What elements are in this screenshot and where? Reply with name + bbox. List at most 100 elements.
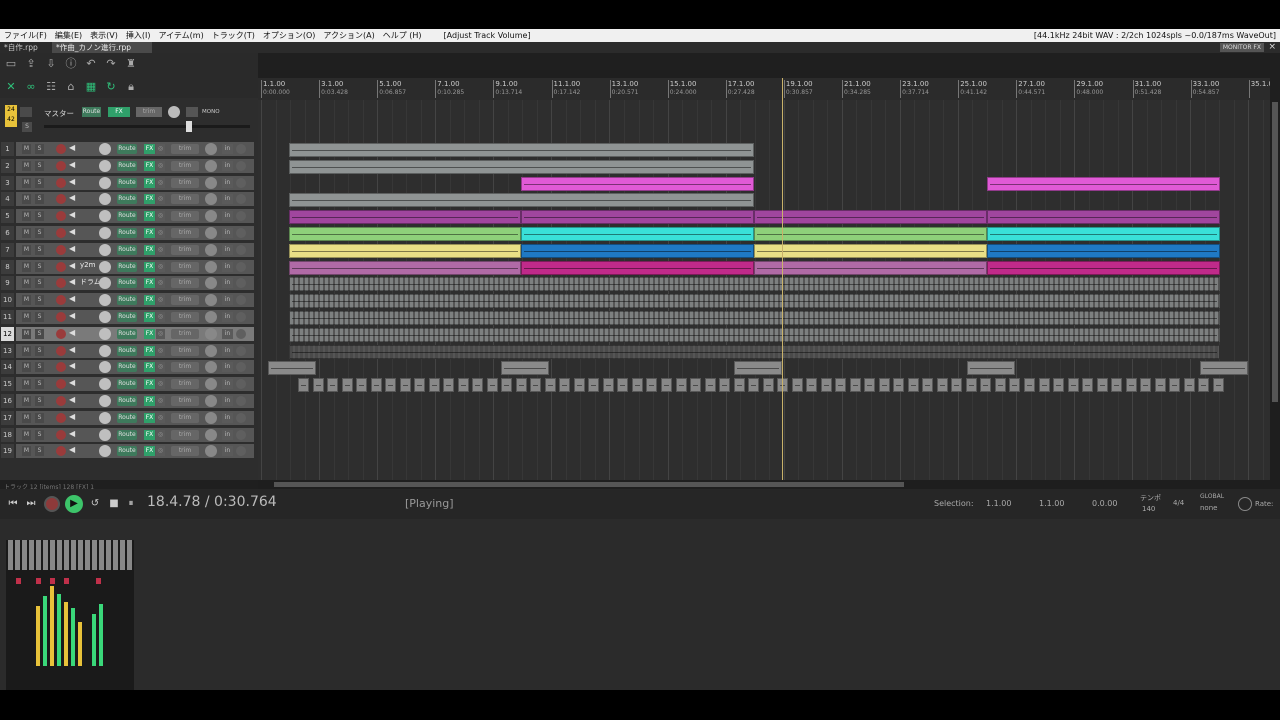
track-volume-knob[interactable] <box>99 311 111 323</box>
phase-icon[interactable] <box>236 278 246 289</box>
track-pan-knob[interactable] <box>205 294 217 307</box>
track-route-button[interactable]: Route <box>117 362 137 373</box>
media-item[interactable] <box>521 210 754 225</box>
track-route-button[interactable]: Route <box>117 295 137 306</box>
track-panel[interactable]: M S ◀ Route FX ◎ trim in <box>16 410 254 425</box>
record-arm-icon[interactable] <box>56 177 66 188</box>
track-panel[interactable]: M S ◀ Route FX ◎ trim in <box>16 394 254 408</box>
hit-item[interactable] <box>1183 378 1195 393</box>
media-item[interactable] <box>987 210 1220 225</box>
track-route-button[interactable]: Route <box>117 244 137 255</box>
drum-item[interactable] <box>289 311 1220 325</box>
hit-item[interactable] <box>806 378 818 393</box>
record-arm-icon[interactable] <box>56 228 66 238</box>
hit-item[interactable] <box>457 378 469 393</box>
media-item[interactable] <box>521 176 754 191</box>
mixer-fader-strip[interactable] <box>64 540 69 570</box>
track-volume-knob[interactable] <box>99 176 111 189</box>
track-pan-knob[interactable] <box>205 395 217 407</box>
record-arm-icon[interactable] <box>56 278 66 289</box>
speaker-icon[interactable]: ◀ <box>69 345 75 354</box>
track-input-button[interactable]: in <box>222 194 233 205</box>
track-route-button[interactable]: Route <box>117 177 137 188</box>
track-solo-button[interactable]: S <box>35 446 44 457</box>
track-number[interactable]: 15 <box>1 377 14 392</box>
fx-bypass-icon[interactable]: ◎ <box>156 177 165 188</box>
track-solo-button[interactable]: S <box>35 261 44 272</box>
hit-item[interactable] <box>1169 378 1181 393</box>
track-mute-button[interactable]: M <box>22 362 31 373</box>
track-number[interactable]: 11 <box>1 310 14 324</box>
record-arm-icon[interactable] <box>56 379 66 390</box>
arrange-view[interactable] <box>258 100 1270 480</box>
track-row-9[interactable]: 9 M S ◀ ドラム Route FX ◎ trim in <box>0 275 256 291</box>
hit-item[interactable] <box>588 378 600 393</box>
track-panel[interactable]: M S ◀ Route FX ◎ trim in <box>16 343 254 358</box>
media-item[interactable] <box>289 193 754 208</box>
track-route-button[interactable]: Route <box>117 412 137 423</box>
hit-item[interactable] <box>661 378 672 393</box>
fx-bypass-icon[interactable]: ◎ <box>156 328 165 339</box>
hit-item[interactable] <box>719 378 731 393</box>
horizontal-scrollbar[interactable] <box>258 480 1280 489</box>
fx-bypass-icon[interactable]: ◎ <box>156 362 165 373</box>
track-trim-button[interactable]: trim <box>171 228 199 238</box>
envelope-icon[interactable]: ☷ <box>44 80 58 94</box>
track-row-1[interactable]: 1 M S ◀ Route FX ◎ trim in <box>0 141 256 157</box>
track-trim-button[interactable]: trim <box>171 177 199 188</box>
speaker-icon[interactable]: ◀ <box>69 277 75 286</box>
hit-item[interactable] <box>602 378 614 393</box>
mixer-fader-strip[interactable] <box>43 540 48 570</box>
track-route-button[interactable]: Route <box>117 261 137 272</box>
track-input-button[interactable]: in <box>222 144 233 154</box>
hit-item[interactable] <box>1212 378 1224 393</box>
track-fx-button[interactable]: FX <box>144 312 155 322</box>
track-pan-knob[interactable] <box>205 311 217 323</box>
track-route-button[interactable]: Route <box>117 429 137 440</box>
track-fx-button[interactable]: FX <box>144 362 155 373</box>
phase-icon[interactable] <box>236 295 246 306</box>
track-trim-button[interactable]: trim <box>171 244 199 255</box>
track-trim-button[interactable]: trim <box>171 160 199 171</box>
master-mono-button[interactable]: MONO <box>202 109 220 115</box>
crash-item[interactable] <box>501 361 549 376</box>
track-pan-knob[interactable] <box>205 277 217 290</box>
media-item[interactable] <box>754 243 987 258</box>
track-number[interactable]: 13 <box>1 343 14 358</box>
fx-bypass-icon[interactable]: ◎ <box>156 278 165 289</box>
record-arm-icon[interactable] <box>56 396 66 406</box>
hit-item[interactable] <box>748 378 760 393</box>
track-fx-button[interactable]: FX <box>144 295 155 306</box>
track-row-17[interactable]: 17 M S ◀ Route FX ◎ trim in <box>0 410 256 426</box>
hit-item[interactable] <box>936 378 948 393</box>
hit-item[interactable] <box>1082 378 1094 393</box>
track-row-3[interactable]: 3 M S ◀ Route FX ◎ trim in <box>0 175 256 191</box>
phase-icon[interactable] <box>236 412 246 423</box>
mixer-fader-strip[interactable] <box>92 540 97 570</box>
hit-item[interactable] <box>907 378 919 393</box>
track-mute-button[interactable]: M <box>22 379 31 390</box>
track-panel[interactable]: M S ◀ Route FX ◎ trim in <box>16 226 254 240</box>
media-item[interactable] <box>289 159 754 174</box>
track-volume-knob[interactable] <box>99 143 111 155</box>
hit-item[interactable] <box>472 378 484 393</box>
track-row-14[interactable]: 14 M S ◀ Route FX ◎ trim in <box>0 359 256 375</box>
track-panel[interactable]: M S ◀ Route FX ◎ trim in <box>16 310 254 324</box>
track-pan-knob[interactable] <box>205 193 217 206</box>
track-route-button[interactable]: Route <box>117 228 137 238</box>
track-solo-button[interactable]: S <box>35 412 44 423</box>
speaker-icon[interactable]: ◀ <box>69 328 75 337</box>
track-route-button[interactable]: Route <box>117 328 137 339</box>
track-input-button[interactable]: in <box>222 328 233 339</box>
track-solo-button[interactable]: S <box>35 379 44 390</box>
track-number[interactable]: 3 <box>1 175 14 190</box>
crash-item[interactable] <box>734 361 782 376</box>
track-solo-button[interactable]: S <box>35 312 44 322</box>
track-number[interactable]: 16 <box>1 394 14 408</box>
track-route-button[interactable]: Route <box>117 312 137 322</box>
menu-file[interactable]: ファイル(F) <box>0 29 51 42</box>
track-number[interactable]: 6 <box>1 226 14 240</box>
media-item[interactable] <box>754 260 987 275</box>
tab-project-2[interactable]: *作曲_カノン進行.rpp <box>52 42 152 53</box>
mixer-fader-strip[interactable] <box>99 540 104 570</box>
